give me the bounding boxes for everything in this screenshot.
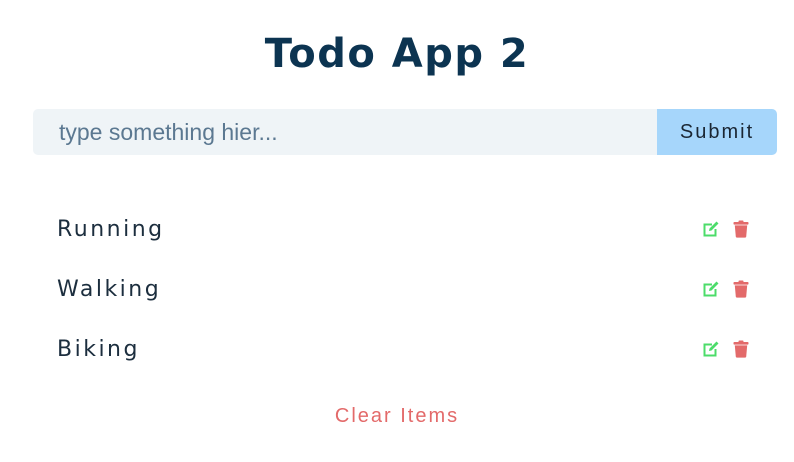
list-item: Running xyxy=(33,199,777,259)
item-actions xyxy=(701,219,751,239)
item-label: Biking xyxy=(57,336,140,362)
item-label: Running xyxy=(57,216,165,242)
edit-icon[interactable] xyxy=(701,279,721,299)
clear-items-button[interactable]: Clear Items xyxy=(0,405,794,428)
trash-icon[interactable] xyxy=(731,339,751,359)
list-item: Walking xyxy=(33,259,777,319)
item-actions xyxy=(701,279,751,299)
submit-button[interactable]: Submit xyxy=(657,109,777,155)
trash-icon[interactable] xyxy=(731,279,751,299)
item-actions xyxy=(701,339,751,359)
todo-input[interactable] xyxy=(33,109,657,155)
todo-list: Running Walking Biking xyxy=(33,199,777,379)
edit-icon[interactable] xyxy=(701,219,721,239)
item-label: Walking xyxy=(57,276,162,302)
trash-icon[interactable] xyxy=(731,219,751,239)
todo-form: Submit xyxy=(33,109,777,155)
edit-icon[interactable] xyxy=(701,339,721,359)
list-item: Biking xyxy=(33,319,777,379)
page-title: Todo App 2 xyxy=(264,31,530,77)
